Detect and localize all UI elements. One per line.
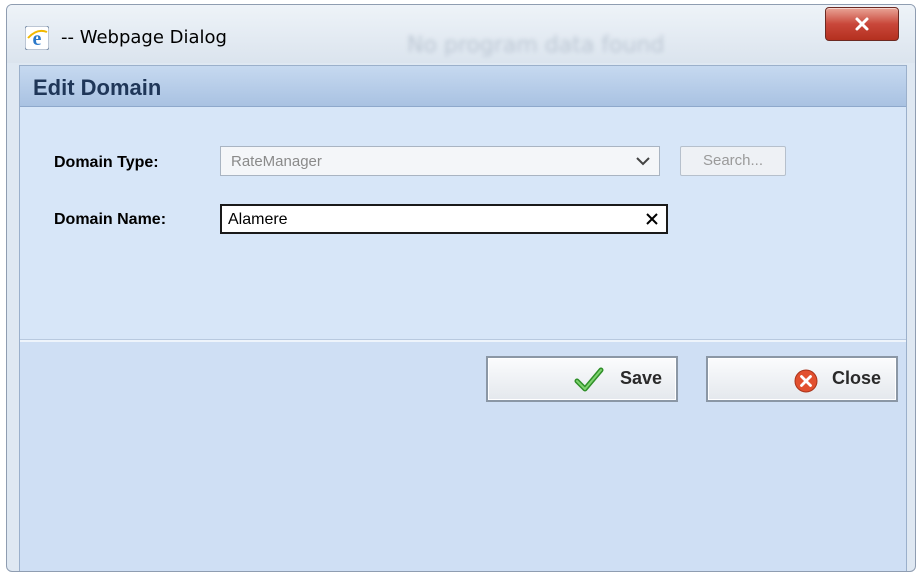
save-button[interactable]: Save: [486, 356, 678, 402]
checkmark-icon: [574, 367, 604, 392]
webpage-dialog: e -- Webpage Dialog No program data foun…: [6, 4, 916, 572]
close-icon: [855, 17, 869, 31]
domain-name-value: Alamere: [228, 211, 288, 228]
window-title: -- Webpage Dialog: [61, 27, 227, 48]
chevron-down-icon: [636, 157, 650, 166]
clear-icon[interactable]: [646, 213, 658, 225]
title-bar: e -- Webpage Dialog No program data foun…: [7, 5, 915, 63]
domain-name-input[interactable]: Alamere: [220, 204, 668, 234]
dialog-header: Edit Domain: [20, 66, 906, 107]
save-label: Save: [620, 368, 663, 388]
separator: [20, 339, 906, 342]
background-window-text: No program data found: [407, 33, 665, 58]
close-circle-icon: [794, 369, 818, 393]
close-label: Close: [832, 368, 882, 388]
domain-type-label: Domain Type:: [54, 154, 159, 171]
dialog-content: Edit Domain Domain Type: RateManager Sea…: [19, 65, 907, 571]
ie-icon: e: [25, 26, 49, 50]
domain-type-select[interactable]: RateManager: [220, 146, 660, 176]
domain-name-label: Domain Name:: [54, 211, 167, 228]
close-button[interactable]: Close: [706, 356, 898, 402]
window-close-button[interactable]: [825, 7, 899, 41]
page-title: Edit Domain: [33, 75, 162, 100]
domain-type-value: RateManager: [231, 153, 322, 170]
search-button[interactable]: Search...: [680, 146, 786, 176]
